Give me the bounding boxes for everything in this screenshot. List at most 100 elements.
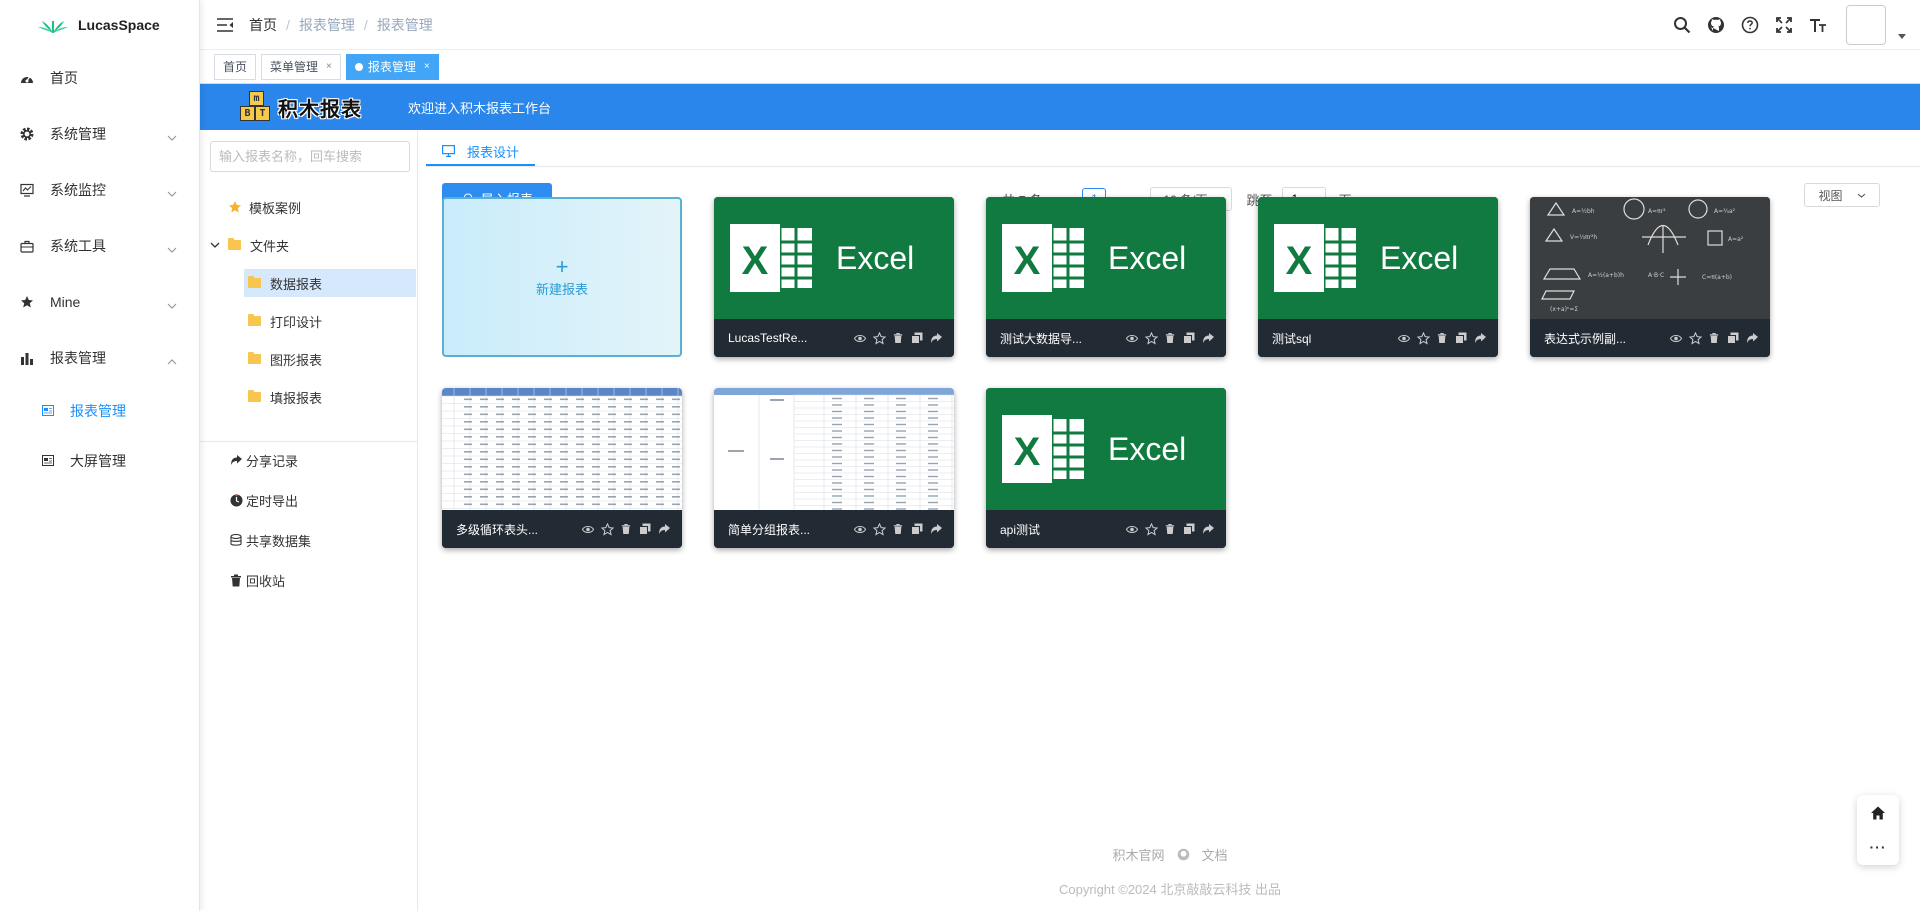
star-outline-icon[interactable] xyxy=(1415,331,1431,345)
tab-report-design[interactable]: 报表设计 xyxy=(426,138,536,166)
breadcrumb-item[interactable]: 首页 xyxy=(249,15,277,35)
folder-icon xyxy=(248,314,261,326)
copy-icon[interactable] xyxy=(909,331,925,345)
copy-icon[interactable] xyxy=(909,522,925,536)
svg-text:A=½(a+b)h: A=½(a+b)h xyxy=(1588,272,1624,279)
report-tree-panel: 模板案例 文件夹 数据报表 打印设计 图形报表 填报报表 分享记录 定时导出 共… xyxy=(200,130,418,911)
view-select[interactable]: 视图 xyxy=(1804,183,1880,207)
report-card[interactable]: X Excel 测试sql xyxy=(1258,197,1498,357)
copy-icon[interactable] xyxy=(637,522,653,536)
caret-down-icon[interactable] xyxy=(1898,33,1906,39)
top-header: 首页 / 报表管理 / 报表管理 xyxy=(200,0,1920,50)
report-card[interactable]: A=½bh A=πr² A=¾a² V=⅓πr²h A=a² A=½(a+b)h A·B·C… xyxy=(1530,197,1770,357)
sidebar-item-mine[interactable]: Mine xyxy=(0,274,199,330)
copy-icon[interactable] xyxy=(1725,331,1741,345)
star-outline-icon[interactable] xyxy=(871,522,887,536)
trash-icon[interactable] xyxy=(890,331,906,345)
github-icon[interactable] xyxy=(1706,15,1726,35)
tree-node-folder[interactable]: 文件夹 xyxy=(210,231,289,259)
eye-icon[interactable] xyxy=(580,522,596,536)
svg-text:X: X xyxy=(1014,239,1041,283)
report-card[interactable]: 多级循环表头... xyxy=(442,388,682,548)
eye-icon[interactable] xyxy=(1396,331,1412,345)
eye-icon[interactable] xyxy=(852,522,868,536)
app-logo[interactable]: LucasSpace xyxy=(0,0,199,50)
help-icon[interactable] xyxy=(1740,15,1760,35)
tree-node-print-design[interactable]: 打印设计 xyxy=(248,307,322,335)
report-card[interactable]: X Excel api测试 xyxy=(986,388,1226,548)
excel-logo-icon: X xyxy=(1002,224,1084,292)
copy-icon[interactable] xyxy=(1453,331,1469,345)
footer-link-official[interactable]: 积木官网 xyxy=(1112,845,1164,864)
share-icon[interactable] xyxy=(656,522,672,536)
report-search-input[interactable] xyxy=(210,141,410,172)
star-outline-icon[interactable] xyxy=(1143,522,1159,536)
trash-icon[interactable] xyxy=(1434,331,1450,345)
link-scheduled-export[interactable]: 定时导出 xyxy=(230,491,298,510)
plus-icon: + xyxy=(555,253,569,279)
star-outline-icon[interactable] xyxy=(871,331,887,345)
search-icon[interactable] xyxy=(1672,15,1692,35)
card-bar: 简单分组报表... xyxy=(714,510,954,548)
hamburger-icon[interactable] xyxy=(216,17,234,33)
share-icon[interactable] xyxy=(928,522,944,536)
trash-icon[interactable] xyxy=(618,522,634,536)
sidebar-item-home[interactable]: 首页 xyxy=(0,50,199,106)
jimu-block: T xyxy=(255,106,270,121)
tree-node-chart-report[interactable]: 图形报表 xyxy=(248,345,322,373)
footer-link-docs[interactable]: 文档 xyxy=(1202,845,1228,864)
close-icon[interactable]: × xyxy=(424,55,430,79)
new-report-card[interactable]: + 新建报表 xyxy=(442,197,682,357)
chevron-down-icon[interactable] xyxy=(210,242,220,248)
share-icon[interactable] xyxy=(1744,331,1760,345)
eye-icon[interactable] xyxy=(852,331,868,345)
star-outline-icon[interactable] xyxy=(1687,331,1703,345)
star-outline-icon[interactable] xyxy=(1143,331,1159,345)
star-outline-icon[interactable] xyxy=(599,522,615,536)
trash-icon[interactable] xyxy=(1706,331,1722,345)
folder-icon xyxy=(248,390,261,402)
tag-menu-manage[interactable]: 菜单管理 × xyxy=(261,53,341,80)
home-icon[interactable] xyxy=(1870,805,1886,821)
link-shared-dataset[interactable]: 共享数据集 xyxy=(230,531,311,550)
jimu-logo-text: 积木报表 xyxy=(278,98,362,121)
share-icon[interactable] xyxy=(1200,331,1216,345)
more-icon[interactable]: ··· xyxy=(1857,839,1899,855)
tree-node-fill-report[interactable]: 填报报表 xyxy=(248,383,322,411)
tree-node-template[interactable]: 模板案例 xyxy=(228,193,301,221)
eye-icon[interactable] xyxy=(1124,522,1140,536)
copy-icon[interactable] xyxy=(1181,331,1197,345)
share-icon[interactable] xyxy=(928,331,944,345)
share-icon[interactable] xyxy=(1472,331,1488,345)
link-share-records[interactable]: 分享记录 xyxy=(230,451,298,470)
eye-icon[interactable] xyxy=(1668,331,1684,345)
avatar[interactable] xyxy=(1846,5,1886,45)
copy-icon[interactable] xyxy=(1181,522,1197,536)
sidebar-subitem-report-manage[interactable]: 报表管理 xyxy=(0,386,199,436)
tag-home[interactable]: 首页 xyxy=(214,53,257,80)
close-icon[interactable]: × xyxy=(326,55,332,79)
fullscreen-icon[interactable] xyxy=(1774,15,1794,35)
share-icon[interactable] xyxy=(1200,522,1216,536)
sidebar-item-system[interactable]: 系统管理 xyxy=(0,106,199,162)
sidebar-subitem-screen-manage[interactable]: 大屏管理 xyxy=(0,436,199,486)
link-recycle-bin[interactable]: 回收站 xyxy=(230,571,285,590)
github-icon[interactable] xyxy=(1177,848,1190,861)
report-card[interactable]: 简单分组报表... xyxy=(714,388,954,548)
excel-word: Excel xyxy=(1380,239,1459,276)
tag-report-manage[interactable]: 报表管理 × xyxy=(345,53,439,80)
trash-icon[interactable] xyxy=(890,522,906,536)
screen-icon xyxy=(42,455,54,467)
tree-node-data-report[interactable]: 数据报表 xyxy=(244,269,416,297)
trash-icon[interactable] xyxy=(1162,331,1178,345)
font-size-icon[interactable] xyxy=(1808,15,1828,35)
trash-icon[interactable] xyxy=(1162,522,1178,536)
report-card[interactable]: X Excel 测试大数据导... xyxy=(986,197,1226,357)
eye-icon[interactable] xyxy=(1124,331,1140,345)
report-card[interactable]: X Excel LucasTestRe... xyxy=(714,197,954,357)
sidebar-item-reports[interactable]: 报表管理 xyxy=(0,330,199,386)
footer-links: 积木官网 文档 xyxy=(420,845,1920,864)
sidebar-item-monitor[interactable]: 系统监控 xyxy=(0,162,199,218)
clock-icon xyxy=(230,494,243,507)
sidebar-item-tools[interactable]: 系统工具 xyxy=(0,218,199,274)
